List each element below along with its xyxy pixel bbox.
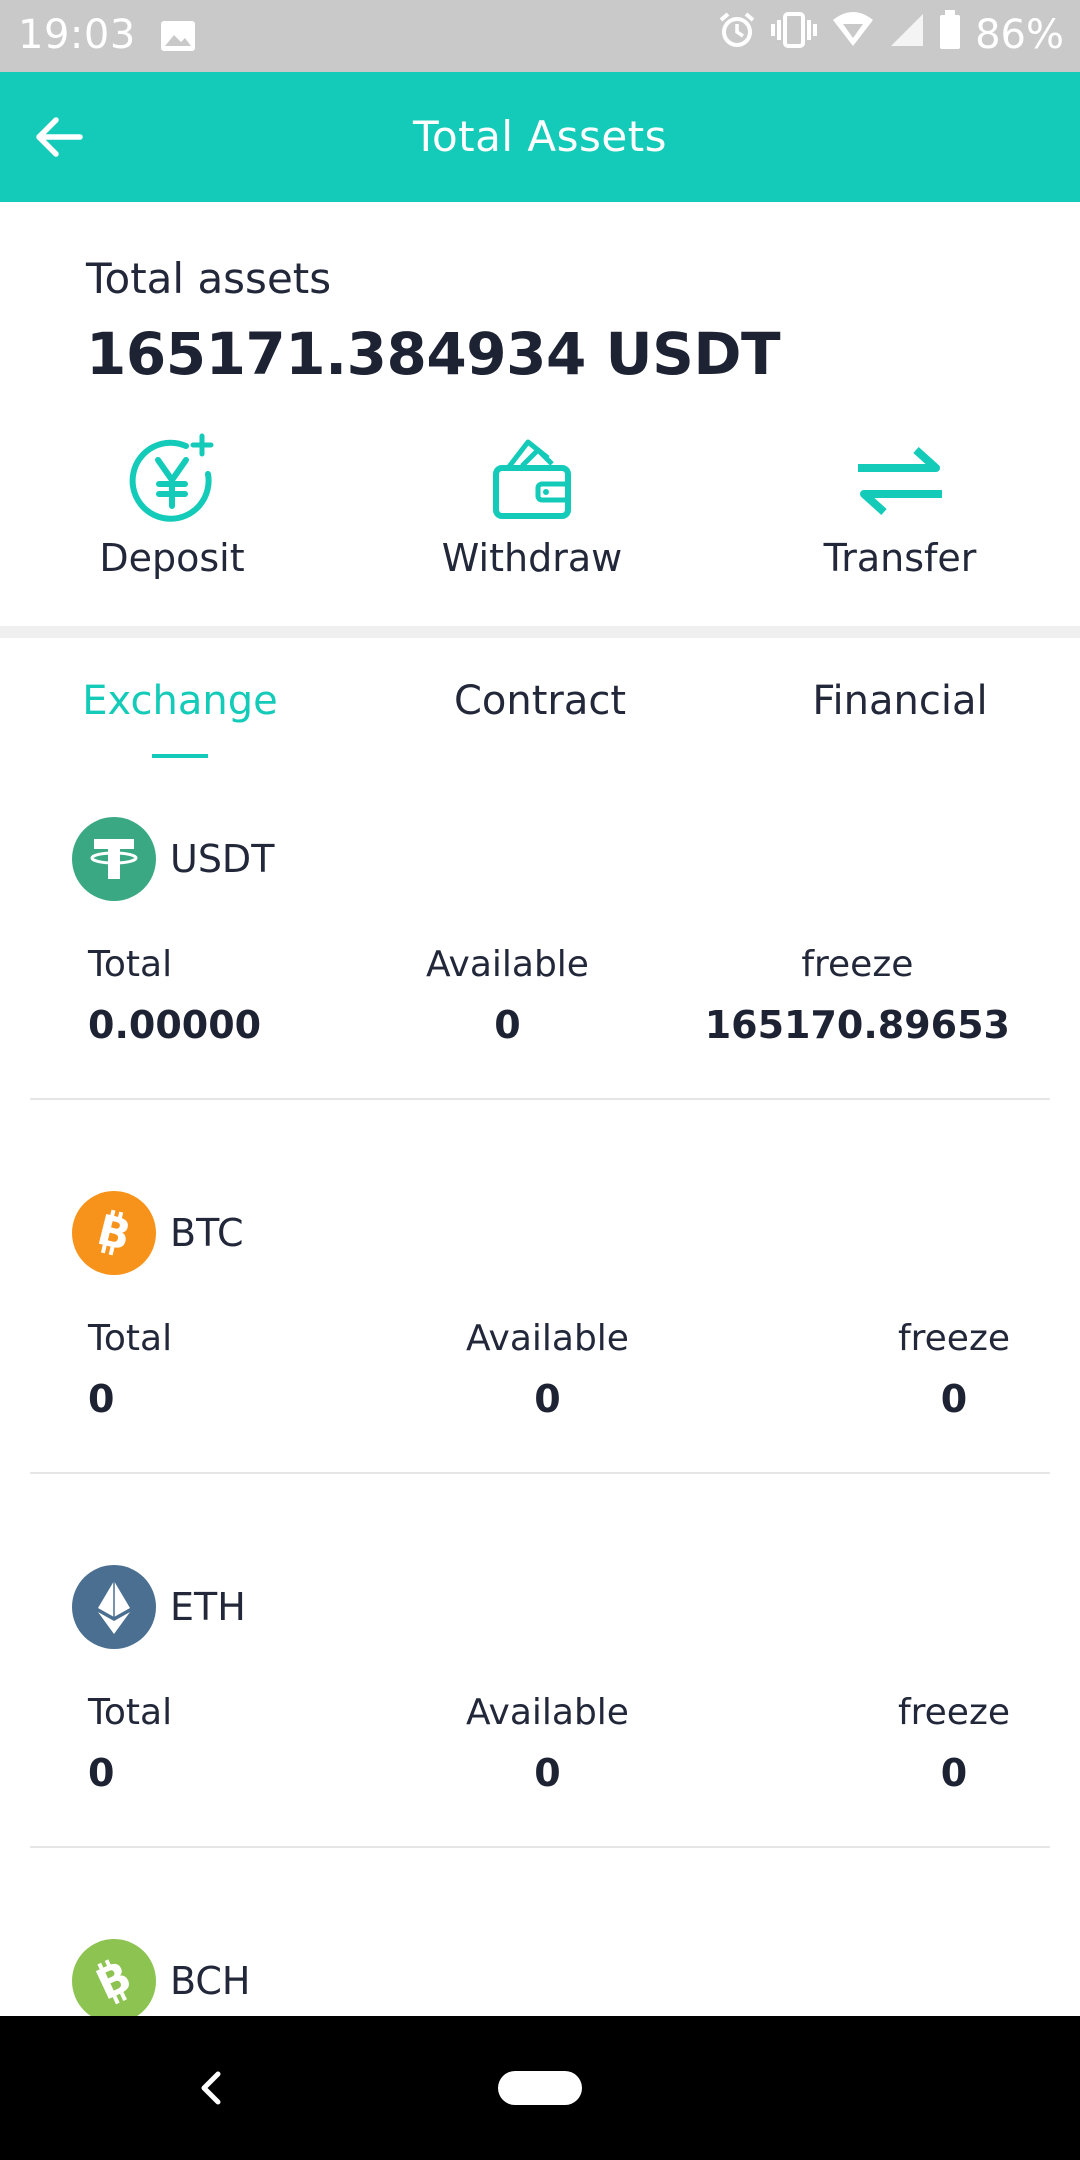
tab-exchange[interactable]: Exchange (30, 678, 330, 724)
coin-symbol: USDT (170, 837, 275, 881)
wallet-icon (482, 430, 582, 530)
image-icon (160, 20, 196, 56)
total-assets-label: Total assets (86, 254, 332, 303)
freeze-value: 165170.89653 (704, 1003, 1010, 1047)
available-label: Available (466, 1692, 629, 1733)
coin-row-usdt[interactable]: USDT Total 0.00000 Available 0 freeze 16… (30, 816, 1050, 1102)
coin-row-bch[interactable]: B BCH (30, 1938, 1050, 2016)
row-divider (30, 1472, 1050, 1474)
page-title: Total Assets (412, 112, 668, 161)
row-divider (30, 1846, 1050, 1848)
vibrate-icon (771, 10, 818, 60)
signal-icon (889, 10, 925, 60)
available-label: Available (426, 944, 589, 985)
tab-contract[interactable]: Contract (390, 678, 690, 724)
active-tab-indicator (152, 754, 208, 758)
row-divider (30, 1098, 1050, 1100)
assets-summary: Total assets 165171.384934 USDT Deposit … (0, 202, 1080, 626)
deposit-label: Deposit (99, 536, 245, 580)
withdraw-label: Withdraw (441, 536, 623, 580)
nav-back-icon[interactable] (190, 2062, 230, 2114)
freeze-column: freeze 0 (898, 1692, 1010, 1795)
app-bar: Total Assets (0, 72, 1080, 202)
freeze-column: freeze 165170.89653 (705, 944, 1010, 1047)
total-value: 0 (88, 1751, 115, 1795)
usdt-logo-icon (72, 817, 156, 901)
freeze-label: freeze (897, 1318, 1010, 1359)
asset-tabs: Exchange Contract Financial (0, 638, 1080, 768)
tab-financial[interactable]: Financial (750, 678, 1050, 724)
total-value: 0 (88, 1377, 115, 1421)
btc-logo-icon: B (72, 1191, 156, 1275)
coin-symbol: ETH (170, 1585, 246, 1629)
available-column: Available 0 (466, 1318, 629, 1421)
available-column: Available 0 (466, 1692, 629, 1795)
total-column: Total 0 (88, 1318, 172, 1421)
deposit-yen-icon (122, 430, 222, 530)
transfer-button[interactable]: Transfer (790, 430, 1010, 580)
freeze-value: 0 (940, 1751, 968, 1795)
total-label: Total (88, 1692, 173, 1733)
system-nav-bar (0, 2016, 1080, 2160)
coin-symbol: BTC (170, 1211, 244, 1255)
available-column: Available 0 (426, 944, 589, 1047)
freeze-label: freeze (801, 944, 914, 985)
alarm-icon (717, 10, 757, 60)
status-bar: 19:03 86% (0, 0, 1080, 72)
freeze-label: freeze (897, 1692, 1010, 1733)
battery-icon (939, 10, 961, 60)
coin-row-btc[interactable]: B BTC Total 0 Available 0 freeze 0 (30, 1190, 1050, 1476)
wifi-icon (831, 10, 875, 60)
bch-logo-icon: B (72, 1939, 156, 2016)
transfer-arrows-icon (850, 430, 950, 530)
nav-home-pill[interactable] (498, 2071, 582, 2105)
total-label: Total (88, 944, 173, 985)
deposit-button[interactable]: Deposit (62, 430, 282, 580)
total-value: 0.00000 (88, 1003, 262, 1047)
total-column: Total 0 (88, 1692, 172, 1795)
available-value: 0 (534, 1377, 561, 1421)
svg-text:B: B (89, 1952, 139, 2010)
available-value: 0 (534, 1751, 561, 1795)
available-value: 0 (494, 1003, 521, 1047)
coin-symbol: BCH (170, 1959, 251, 2003)
section-divider (0, 626, 1080, 638)
coin-row-eth[interactable]: ETH Total 0 Available 0 freeze 0 (30, 1564, 1050, 1850)
withdraw-button[interactable]: Withdraw (422, 430, 642, 580)
eth-logo-icon (72, 1565, 156, 1649)
total-label: Total (88, 1318, 173, 1359)
available-label: Available (466, 1318, 629, 1359)
total-assets-value: 165171.384934 USDT (86, 320, 781, 388)
freeze-column: freeze 0 (898, 1318, 1010, 1421)
transfer-label: Transfer (823, 536, 977, 580)
status-time: 19:03 (18, 12, 136, 58)
total-column: Total 0.00000 (88, 944, 261, 1047)
freeze-value: 0 (940, 1377, 968, 1421)
battery-percent: 86% (975, 12, 1064, 58)
